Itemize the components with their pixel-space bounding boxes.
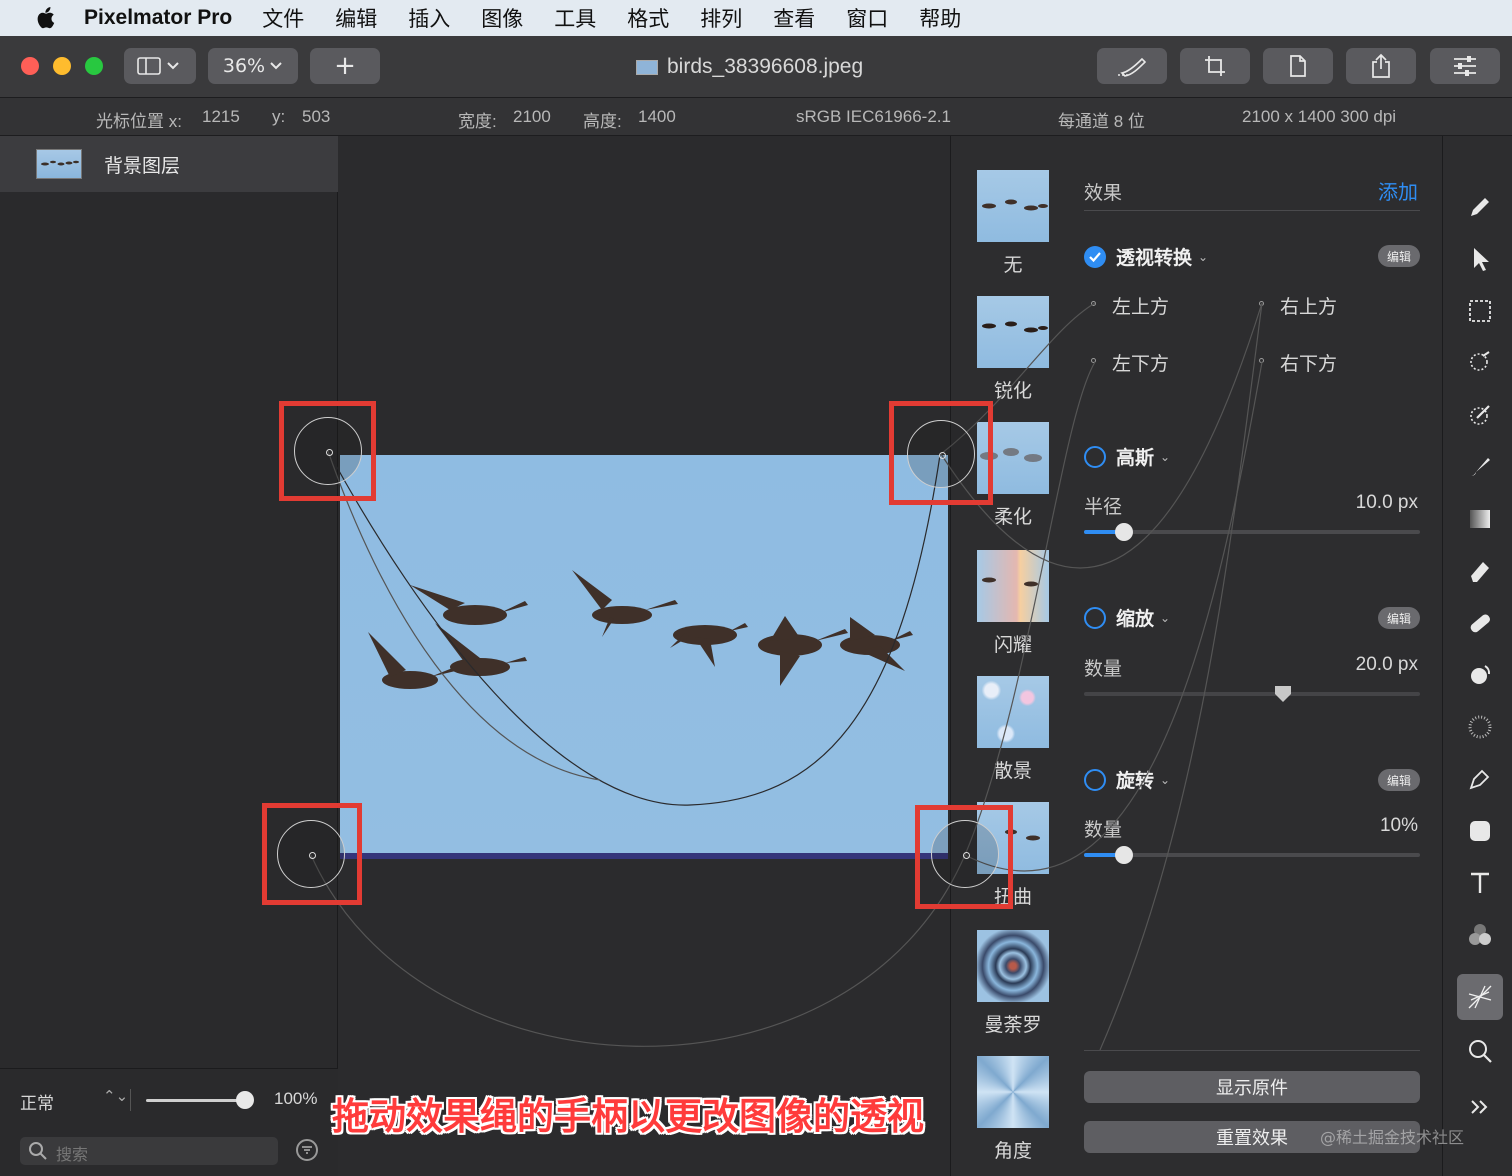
watermark: @稀土掘金技术社区 (1320, 1128, 1465, 1147)
effect-string-overlay (310, 302, 1263, 1051)
highlight-box (889, 401, 993, 505)
highlight-box (279, 401, 376, 501)
tutorial-caption: 拖动效果绳的手柄以更改图像的透视 (332, 1095, 924, 1138)
highlight-box (915, 805, 1013, 909)
highlight-box (262, 803, 362, 905)
